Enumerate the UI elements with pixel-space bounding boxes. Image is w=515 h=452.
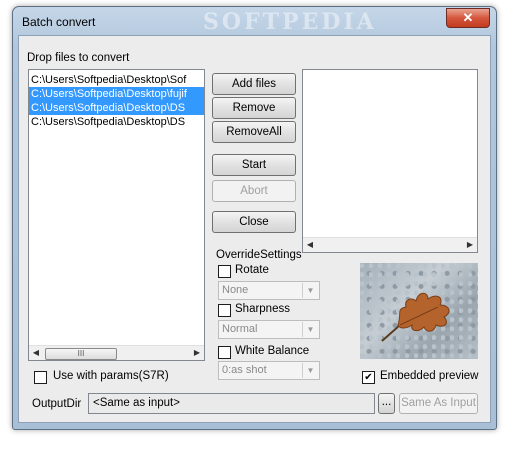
scroll-left-icon[interactable]: ◀	[29, 346, 43, 360]
scroll-right-icon[interactable]: ▶	[463, 238, 477, 252]
close-button[interactable]: Close	[212, 211, 296, 233]
override-settings-label: OverrideSettings	[216, 249, 302, 261]
dropdown-arrow-icon: ▼	[302, 363, 318, 378]
add-files-button[interactable]: Add files	[212, 73, 296, 95]
file-list-item[interactable]: C:\Users\Softpedia\Desktop\Sof	[29, 73, 204, 87]
scroll-thumb[interactable]: III	[45, 348, 117, 360]
file-list-item[interactable]: C:\Users\Softpedia\Desktop\DS	[29, 115, 204, 129]
remove-all-button[interactable]: RemoveAll	[212, 121, 296, 143]
white-balance-select[interactable]: 0:as shot ▼	[218, 361, 320, 380]
rotate-select[interactable]: None ▼	[218, 281, 320, 300]
sharpness-label: Sharpness	[235, 303, 290, 315]
batch-convert-window: Batch convert SOFTPEDIA ✕ Drop files to …	[12, 6, 497, 430]
embedded-preview-checkbox[interactable]: ✔	[362, 371, 375, 384]
file-list[interactable]: C:\Users\Softpedia\Desktop\Sof C:\Users\…	[28, 69, 205, 361]
rotate-label: Rotate	[235, 264, 269, 276]
drop-files-label: Drop files to convert	[27, 52, 130, 64]
embedded-preview-label: Embedded preview	[380, 370, 479, 382]
white-balance-checkbox[interactable]	[218, 346, 231, 359]
info-panel[interactable]: ◀ ▶	[302, 69, 478, 253]
white-balance-label: White Balance	[235, 345, 310, 357]
title-bar: Batch convert SOFTPEDIA ✕	[13, 7, 496, 35]
oak-leaf-image	[381, 292, 450, 342]
info-panel-hscrollbar[interactable]: ◀ ▶	[303, 237, 477, 252]
close-icon: ✕	[462, 10, 474, 25]
scroll-right-icon[interactable]: ▶	[190, 346, 204, 360]
embedded-preview-image	[360, 263, 478, 359]
checkmark-icon: ✔	[364, 372, 373, 383]
dropdown-arrow-icon: ▼	[302, 283, 318, 298]
output-dir-field[interactable]: <Same as input>	[88, 393, 375, 414]
start-button[interactable]: Start	[212, 154, 296, 176]
file-list-item-selected[interactable]: C:\Users\Softpedia\Desktop\fujif	[29, 87, 204, 101]
sharpness-select[interactable]: Normal ▼	[218, 320, 320, 339]
rotate-checkbox[interactable]	[218, 265, 231, 278]
close-window-button[interactable]: ✕	[446, 8, 490, 28]
use-params-label: Use with params(S7R)	[53, 370, 169, 382]
dialog-client-area: Drop files to convert C:\Users\Softpedia…	[18, 35, 491, 423]
scroll-left-icon[interactable]: ◀	[303, 238, 317, 252]
output-dir-label: OutputDir	[32, 398, 82, 410]
abort-button[interactable]: Abort	[212, 180, 296, 202]
softpedia-watermark: SOFTPEDIA	[203, 9, 377, 35]
file-list-item-selected[interactable]: C:\Users\Softpedia\Desktop\DS	[29, 101, 204, 115]
use-params-checkbox[interactable]	[34, 371, 47, 384]
same-as-input-button[interactable]: Same As Input	[399, 393, 478, 414]
file-list-hscrollbar[interactable]: ◀ III ▶	[29, 345, 204, 360]
sharpness-checkbox[interactable]	[218, 304, 231, 317]
dropdown-arrow-icon: ▼	[302, 322, 318, 337]
browse-button[interactable]: ...	[378, 393, 395, 414]
file-list-items: C:\Users\Softpedia\Desktop\Sof C:\Users\…	[29, 70, 204, 129]
remove-button[interactable]: Remove	[212, 97, 296, 119]
window-title: Batch convert	[22, 15, 96, 29]
